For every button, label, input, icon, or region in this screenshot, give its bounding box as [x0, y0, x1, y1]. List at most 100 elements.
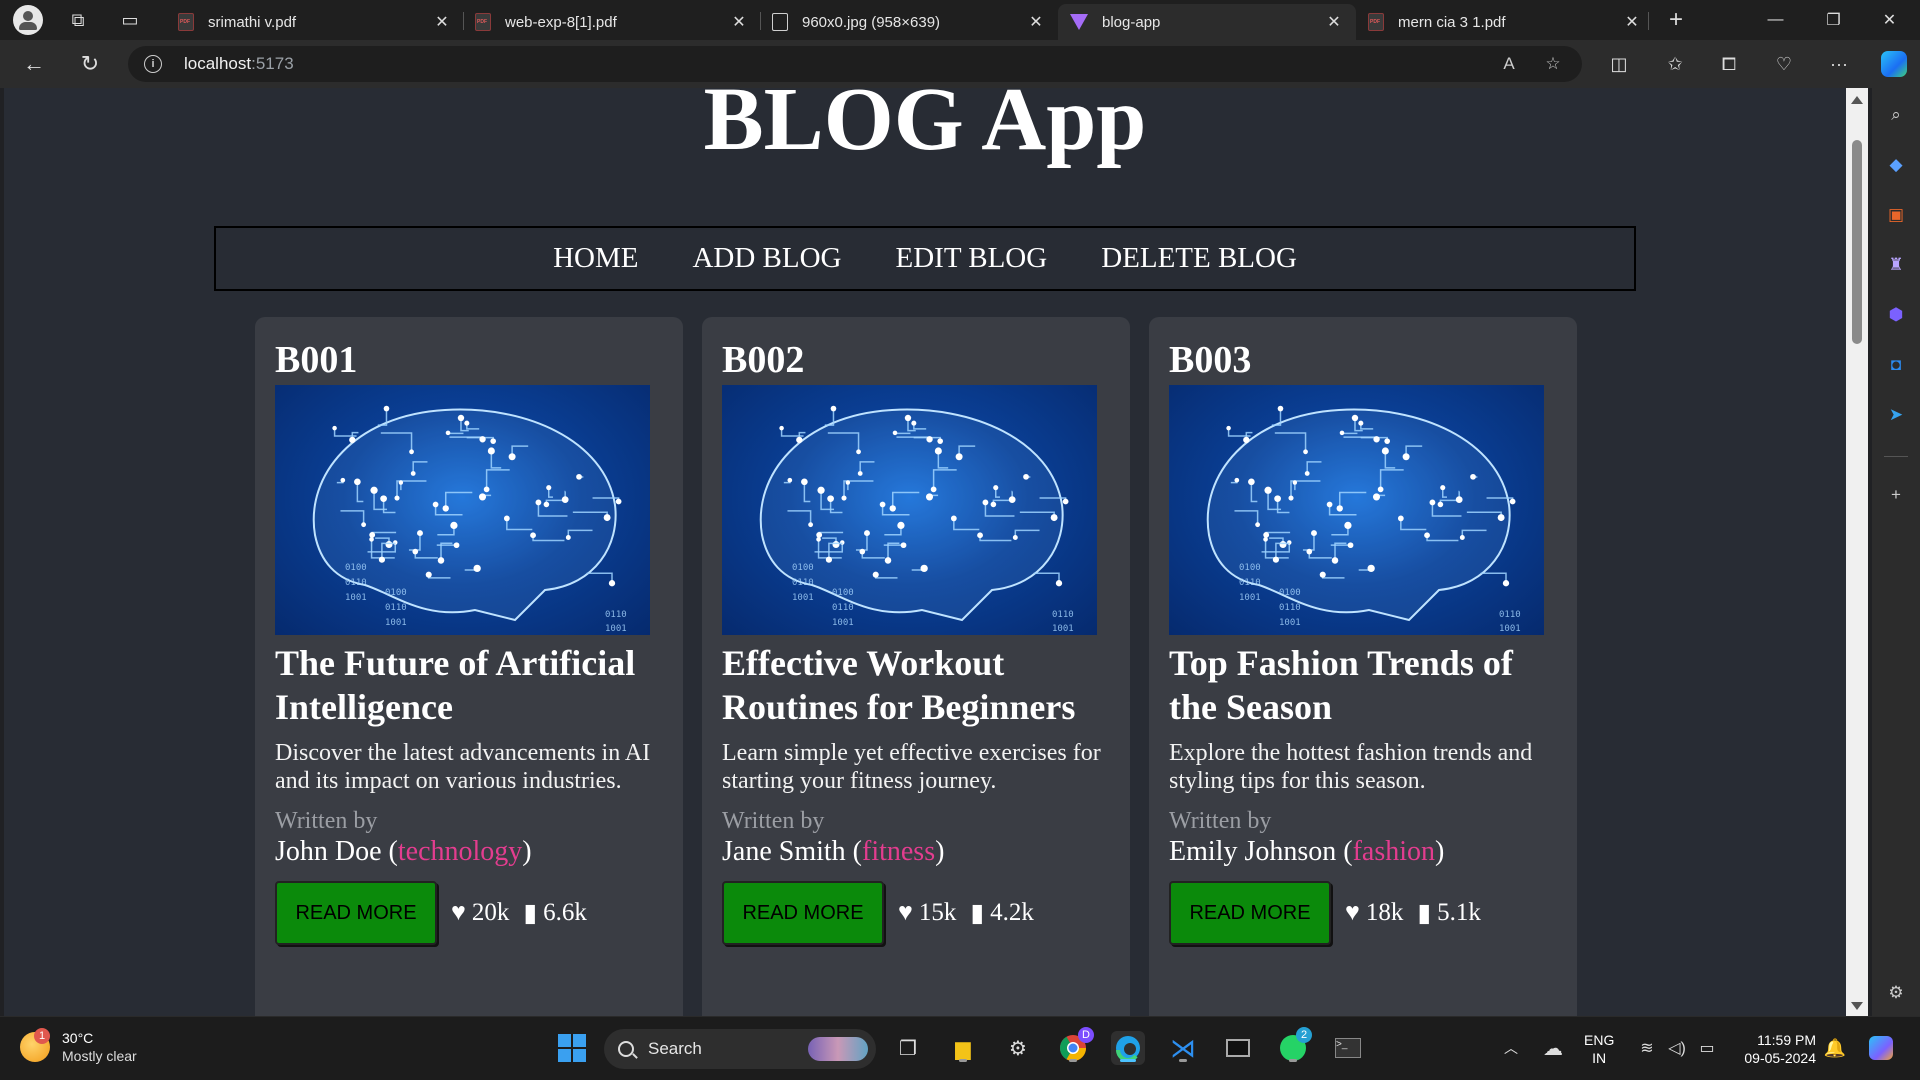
- svg-text:0110: 0110: [1279, 603, 1301, 613]
- profile-avatar[interactable]: [8, 0, 48, 40]
- read-aloud-icon[interactable]: A: [1496, 51, 1522, 77]
- close-icon[interactable]: ✕: [1324, 12, 1344, 32]
- svg-text:1001: 1001: [1052, 624, 1074, 634]
- telegram-icon[interactable]: ➤: [1883, 402, 1909, 428]
- read-more-button[interactable]: READ MORE: [1169, 881, 1331, 945]
- comments-stat[interactable]: ▮ 4.2k: [970, 898, 1034, 928]
- tab-title: blog-app: [1102, 13, 1161, 31]
- svg-text:1001: 1001: [1499, 624, 1521, 634]
- comments-stat[interactable]: ▮ 6.6k: [523, 898, 587, 928]
- comments-count: 4.2k: [990, 899, 1034, 926]
- battery-icon[interactable]: ▭: [1690, 1031, 1724, 1065]
- minimize-button[interactable]: —: [1748, 0, 1803, 40]
- url-text: localhost:5173: [184, 54, 294, 74]
- tab-blog-app[interactable]: blog-app ✕: [1058, 4, 1356, 40]
- volume-icon[interactable]: ◁): [1660, 1031, 1694, 1065]
- svg-text:0100: 0100: [832, 588, 854, 598]
- system-clock[interactable]: 11:59 PM 09-05-2024: [1736, 1031, 1816, 1067]
- nav-home-link[interactable]: HOME: [553, 242, 638, 275]
- address-bar[interactable]: i localhost:5173 A ☆: [128, 46, 1582, 82]
- weather-widget[interactable]: 1 30°C Mostly clear: [20, 1028, 137, 1065]
- vscode-icon[interactable]: ⋊: [1166, 1031, 1200, 1065]
- scroll-down-arrow[interactable]: [1851, 1002, 1863, 1010]
- edge-sidebar: ⌕ ◆ ▣ ♜ ⬢ ◘ ➤ + ⚙: [1872, 88, 1920, 1016]
- nav-delete-blog-link[interactable]: DELETE BLOG: [1101, 242, 1297, 275]
- chrome-icon[interactable]: D: [1056, 1027, 1094, 1065]
- browser-essentials-icon[interactable]: ♡: [1767, 48, 1801, 80]
- close-icon[interactable]: ✕: [432, 12, 452, 32]
- split-screen-icon[interactable]: ◫: [1602, 48, 1636, 80]
- tab-srimathi-pdf[interactable]: srimathi v.pdf ✕: [166, 4, 464, 40]
- scroll-thumb[interactable]: [1852, 140, 1862, 344]
- likes-stat[interactable]: ♥ 15k: [898, 899, 956, 927]
- svg-text:0110: 0110: [792, 578, 814, 588]
- svg-text:1001: 1001: [605, 624, 627, 634]
- copilot-taskbar-icon[interactable]: [1864, 1031, 1898, 1065]
- back-button[interactable]: ←: [16, 48, 52, 80]
- nav-edit-blog-link[interactable]: EDIT BLOG: [896, 242, 1048, 275]
- task-view-icon[interactable]: ❐: [891, 1031, 925, 1065]
- vertical-tabs-icon[interactable]: ▭: [110, 0, 150, 40]
- blog-description: Learn simple yet effective exercises for…: [722, 740, 1101, 794]
- read-more-button[interactable]: READ MORE: [722, 881, 884, 945]
- copilot-icon[interactable]: [1881, 51, 1907, 77]
- nav-add-blog-link[interactable]: ADD BLOG: [692, 242, 841, 275]
- scroll-up-arrow[interactable]: [1851, 96, 1863, 104]
- close-icon[interactable]: ✕: [1622, 12, 1642, 32]
- new-tab-button[interactable]: +: [1660, 4, 1692, 36]
- outlook-icon[interactable]: ◘: [1883, 352, 1909, 378]
- notification-bell-icon[interactable]: 🔔: [1818, 1031, 1852, 1065]
- more-menu-icon[interactable]: ···: [1822, 48, 1856, 80]
- chrome-profile-badge: D: [1078, 1027, 1094, 1043]
- add-sidebar-app-icon[interactable]: +: [1883, 482, 1909, 508]
- svg-text:1001: 1001: [1279, 618, 1301, 628]
- onedrive-cloud-icon[interactable]: ☁: [1536, 1031, 1570, 1065]
- close-icon[interactable]: ✕: [729, 12, 749, 32]
- close-window-button[interactable]: ✕: [1862, 0, 1917, 40]
- command-prompt-icon[interactable]: >_: [1331, 1031, 1365, 1065]
- show-hidden-icons-chevron-icon[interactable]: ︿: [1494, 1031, 1528, 1065]
- comment-icon: ▮: [970, 900, 985, 927]
- page-scrollbar[interactable]: [1846, 88, 1868, 1016]
- tab-image-jpg[interactable]: 960x0.jpg (958×639) ✕: [760, 4, 1058, 40]
- favorite-star-icon[interactable]: ☆: [1540, 51, 1566, 77]
- settings-gear-icon[interactable]: ⚙: [1883, 980, 1909, 1006]
- start-windows-icon[interactable]: [555, 1031, 589, 1065]
- collections-icon[interactable]: ⧠: [1712, 48, 1746, 80]
- restore-button[interactable]: ❐: [1806, 0, 1861, 40]
- edge-icon[interactable]: [1111, 1031, 1145, 1065]
- favorites-icon[interactable]: ✩: [1658, 48, 1692, 80]
- heart-icon: ♥: [1345, 899, 1360, 926]
- svg-text:0100: 0100: [345, 563, 367, 573]
- language-indicator[interactable]: ENG IN: [1584, 1031, 1614, 1067]
- workspaces-icon[interactable]: ⧉: [58, 0, 98, 40]
- tools-icon[interactable]: ▣: [1883, 202, 1909, 228]
- written-by-label: Written by: [275, 808, 378, 834]
- taskbar-search[interactable]: Search: [604, 1029, 876, 1069]
- read-more-button[interactable]: READ MORE: [275, 881, 437, 945]
- comments-count: 5.1k: [1437, 899, 1481, 926]
- whatsapp-icon[interactable]: 2: [1276, 1027, 1312, 1065]
- shopping-tag-icon[interactable]: ◆: [1883, 152, 1909, 178]
- svg-text:0100: 0100: [1239, 563, 1261, 573]
- terminal-window-icon[interactable]: [1221, 1031, 1255, 1065]
- site-info-icon[interactable]: i: [144, 55, 162, 73]
- close-icon[interactable]: ✕: [1026, 12, 1046, 32]
- likes-stat[interactable]: ♥ 18k: [1345, 899, 1403, 927]
- games-icon[interactable]: ♜: [1883, 252, 1909, 278]
- wifi-icon[interactable]: ≋: [1630, 1031, 1664, 1065]
- weather-badge: 1: [34, 1028, 50, 1044]
- comments-stat[interactable]: ▮ 5.1k: [1417, 898, 1481, 928]
- windows-taskbar: 1 30°C Mostly clear Search ❐ ▆ ⚙ D ⋊ 2 >…: [0, 1016, 1920, 1080]
- microsoft-365-icon[interactable]: ⬢: [1883, 302, 1909, 328]
- tab-web-exp-pdf[interactable]: web-exp-8[1].pdf ✕: [463, 4, 761, 40]
- svg-text:0110: 0110: [345, 578, 367, 588]
- refresh-button[interactable]: ↻: [72, 48, 108, 80]
- file-explorer-icon[interactable]: ▆: [946, 1031, 980, 1065]
- author-line: John Doe (technology): [275, 836, 532, 867]
- vite-icon: [1070, 14, 1088, 30]
- search-icon[interactable]: ⌕: [1883, 102, 1909, 128]
- tab-mern-pdf[interactable]: mern cia 3 1.pdf ✕: [1356, 4, 1654, 40]
- settings-gear-icon[interactable]: ⚙: [1001, 1031, 1035, 1065]
- likes-stat[interactable]: ♥ 20k: [451, 899, 509, 927]
